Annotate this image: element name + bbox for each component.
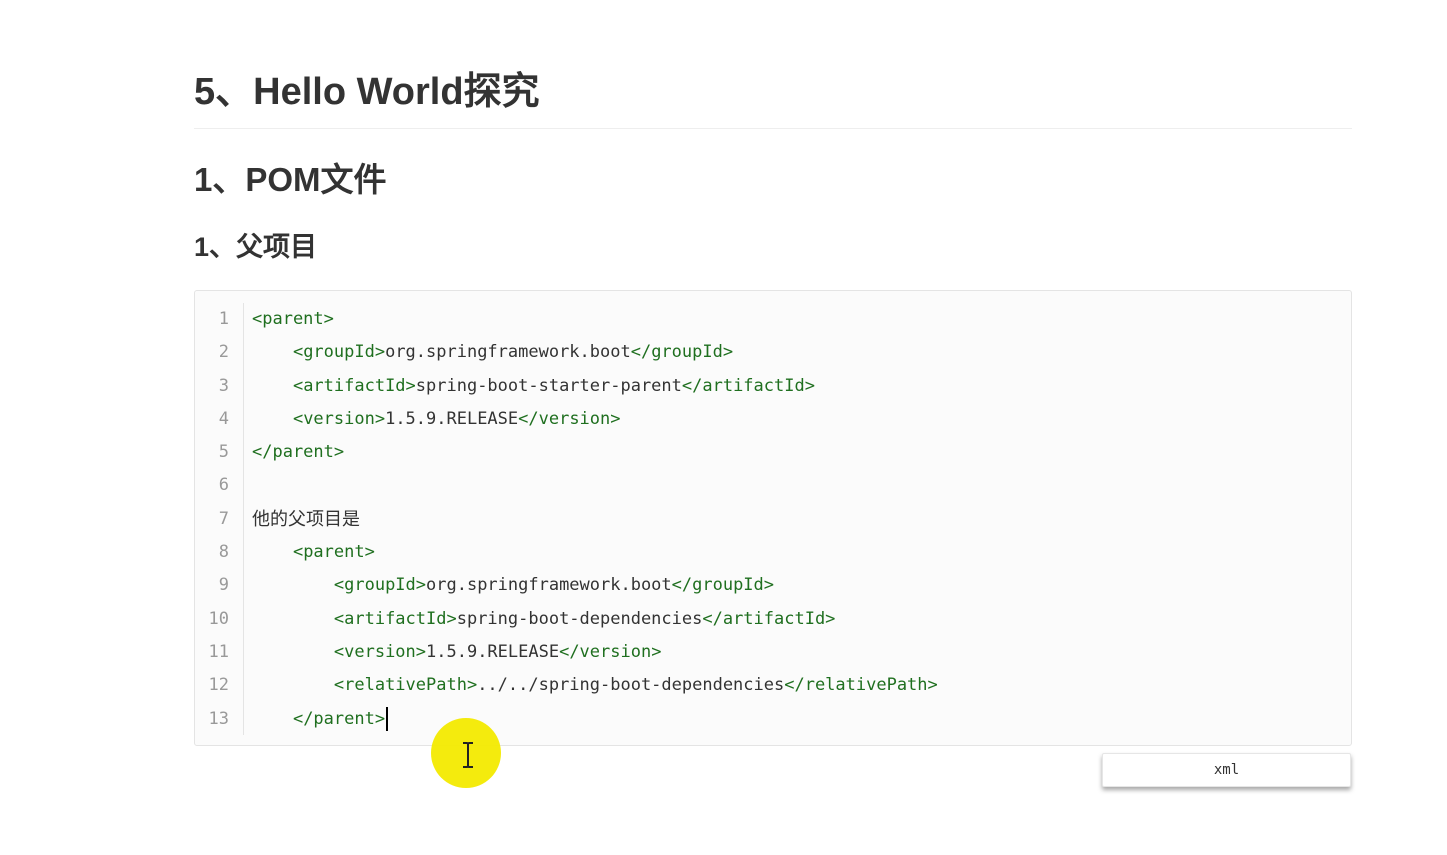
line-number: 7	[218, 508, 229, 529]
xml-open-tag: <artifactId>	[333, 608, 457, 629]
xml-open-tag: <version>	[333, 641, 427, 662]
xml-close-tag: </groupId>	[671, 575, 775, 596]
xml-open-tag: </parent>	[292, 708, 386, 729]
xml-text: org.springframework.boot	[385, 342, 631, 363]
line-number: 8	[218, 542, 229, 563]
xml-close-tag: </relativePath>	[784, 675, 938, 696]
xml-text: spring-boot-dependencies	[456, 608, 703, 629]
subsection-heading: 1、父项目	[194, 232, 318, 262]
xml-open-tag: <parent>	[292, 542, 375, 563]
line-number: 1	[218, 309, 229, 329]
language-selector[interactable]: xml	[1102, 753, 1351, 787]
xml-close-tag: </artifactId>	[702, 608, 836, 629]
xml-open-tag: <relativePath>	[333, 675, 478, 696]
xml-text: ../../spring-boot-dependencies	[477, 675, 785, 696]
xml-text: org.springframework.boot	[426, 575, 672, 596]
xml-text: 1.5.9.RELEASE	[385, 408, 519, 429]
code-line[interactable]	[252, 469, 1341, 502]
line-number: 13	[208, 708, 229, 729]
line-number: 9	[218, 575, 229, 596]
code-line[interactable]: 他的父项目是	[252, 503, 1341, 536]
line-number: 5	[218, 442, 229, 463]
code-line[interactable]: <parent>	[252, 536, 1341, 569]
section-heading: 1、POM文件	[194, 161, 387, 198]
text-cursor-ibeam-icon	[463, 742, 473, 768]
xml-close-tag: </version>	[559, 641, 662, 662]
line-number-gutter: 1 2 3 4 5 6 7 8 9 10 11 12 13	[195, 303, 244, 735]
xml-open-tag: </parent>	[252, 442, 345, 463]
xml-open-tag: <artifactId>	[292, 375, 416, 396]
xml-open-tag: <version>	[292, 408, 386, 429]
code-line[interactable]: </parent>	[252, 436, 1341, 469]
code-line[interactable]: </parent>	[252, 703, 1341, 736]
code-block[interactable]: 1 2 3 4 5 6 7 8 9 10 11 12 13 <parent> <groupId>org.…	[194, 290, 1352, 746]
code-line[interactable]: <groupId>org.springframework.boot</group…	[252, 569, 1341, 602]
line-number: 10	[208, 608, 229, 629]
code-line[interactable]: <relativePath>../../spring-boot-dependen…	[252, 669, 1341, 702]
code-line[interactable]: <groupId>org.springframework.boot</group…	[252, 336, 1341, 369]
title-divider	[194, 128, 1352, 129]
code-line[interactable]: <version>1.5.9.RELEASE</version>	[252, 636, 1341, 669]
xml-close-tag: </version>	[518, 408, 621, 429]
line-number: 6	[218, 475, 229, 496]
line-number: 4	[218, 408, 229, 429]
code-line[interactable]: <parent>	[252, 303, 1341, 336]
code-lines[interactable]: <parent> <groupId>org.springframework.bo…	[252, 303, 1341, 736]
xml-text: spring-boot-starter-parent	[415, 375, 682, 396]
page-title: 5、Hello World探究	[194, 71, 540, 113]
line-number: 2	[218, 342, 229, 363]
line-number: 12	[208, 675, 229, 696]
xml-text: 他的父项目是	[252, 508, 360, 530]
code-line[interactable]: <artifactId>spring-boot-dependencies</ar…	[252, 603, 1341, 636]
line-number: 3	[218, 375, 229, 396]
code-line[interactable]: <artifactId>spring-boot-starter-parent</…	[252, 370, 1341, 403]
code-line[interactable]: <version>1.5.9.RELEASE</version>	[252, 403, 1341, 436]
xml-close-tag: </artifactId>	[681, 375, 815, 396]
line-number: 11	[208, 641, 229, 662]
text-caret	[386, 706, 389, 731]
xml-close-tag: </groupId>	[630, 342, 734, 363]
xml-text: 1.5.9.RELEASE	[426, 641, 560, 662]
xml-open-tag: <groupId>	[333, 575, 427, 596]
xml-open-tag: <groupId>	[292, 342, 386, 363]
xml-open-tag: <parent>	[252, 309, 334, 329]
